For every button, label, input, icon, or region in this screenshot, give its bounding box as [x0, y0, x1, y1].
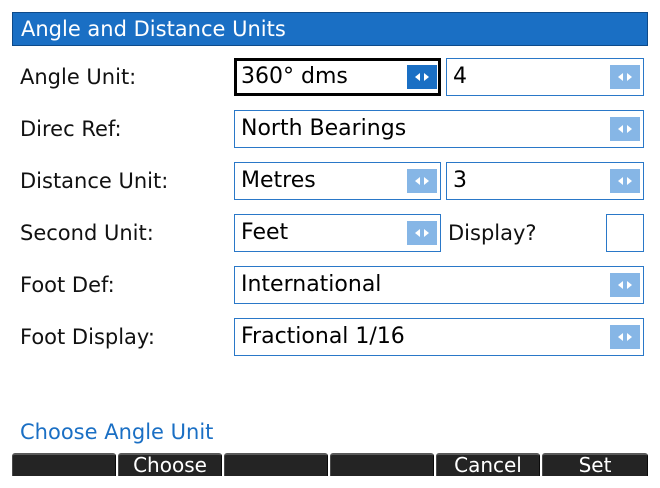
dialog-title: Angle and Distance Units — [21, 17, 286, 41]
left-right-arrows-icon[interactable] — [610, 273, 640, 297]
angle-precision-value: 4 — [453, 64, 467, 89]
second-unit-label: Second Unit: — [20, 221, 154, 245]
second-unit-value: Feet — [241, 220, 289, 245]
foot-def-label: Foot Def: — [20, 273, 115, 297]
distance-unit-value: Metres — [241, 168, 316, 193]
softkey-3[interactable] — [224, 453, 328, 476]
foot-display-select[interactable]: Fractional 1/16 — [234, 318, 644, 356]
angle-unit-select[interactable]: 360° dms — [234, 58, 441, 96]
softkey-bar: Choose Cancel Set — [12, 453, 648, 476]
help-text: Choose Angle Unit — [20, 420, 214, 444]
foot-def-value: International — [241, 272, 382, 297]
title-bar: Angle and Distance Units — [12, 12, 648, 46]
distance-precision-value: 3 — [453, 168, 467, 193]
left-right-arrows-icon[interactable] — [610, 169, 640, 193]
angle-unit-value: 360° dms — [241, 64, 348, 89]
distance-unit-label: Distance Unit: — [20, 169, 169, 193]
display-second-unit-label: Display? — [448, 221, 537, 245]
left-right-arrows-icon[interactable] — [407, 221, 437, 245]
left-right-arrows-icon[interactable] — [407, 169, 437, 193]
angle-precision-select[interactable]: 4 — [446, 58, 644, 96]
angle-unit-label: Angle Unit: — [20, 65, 137, 89]
direc-ref-label: Direc Ref: — [20, 117, 122, 141]
left-right-arrows-icon[interactable] — [610, 65, 640, 89]
display-second-unit-checkbox[interactable] — [606, 214, 644, 252]
foot-def-select[interactable]: International — [234, 266, 644, 304]
distance-precision-select[interactable]: 3 — [446, 162, 644, 200]
calculator-screen: Angle and Distance Units Angle Unit: 360… — [12, 12, 648, 476]
softkey-choose[interactable]: Choose — [118, 453, 222, 476]
direc-ref-value: North Bearings — [241, 116, 407, 141]
left-right-arrows-icon[interactable] — [610, 325, 640, 349]
softkey-1[interactable] — [12, 453, 116, 476]
distance-unit-select[interactable]: Metres — [234, 162, 441, 200]
direc-ref-select[interactable]: North Bearings — [234, 110, 644, 148]
second-unit-select[interactable]: Feet — [234, 214, 441, 252]
softkey-4[interactable] — [330, 453, 434, 476]
foot-display-value: Fractional 1/16 — [241, 324, 405, 349]
left-right-arrows-icon[interactable] — [407, 65, 437, 89]
softkey-cancel[interactable]: Cancel — [436, 453, 540, 476]
foot-display-label: Foot Display: — [20, 325, 155, 349]
softkey-set[interactable]: Set — [542, 453, 648, 476]
left-right-arrows-icon[interactable] — [610, 117, 640, 141]
